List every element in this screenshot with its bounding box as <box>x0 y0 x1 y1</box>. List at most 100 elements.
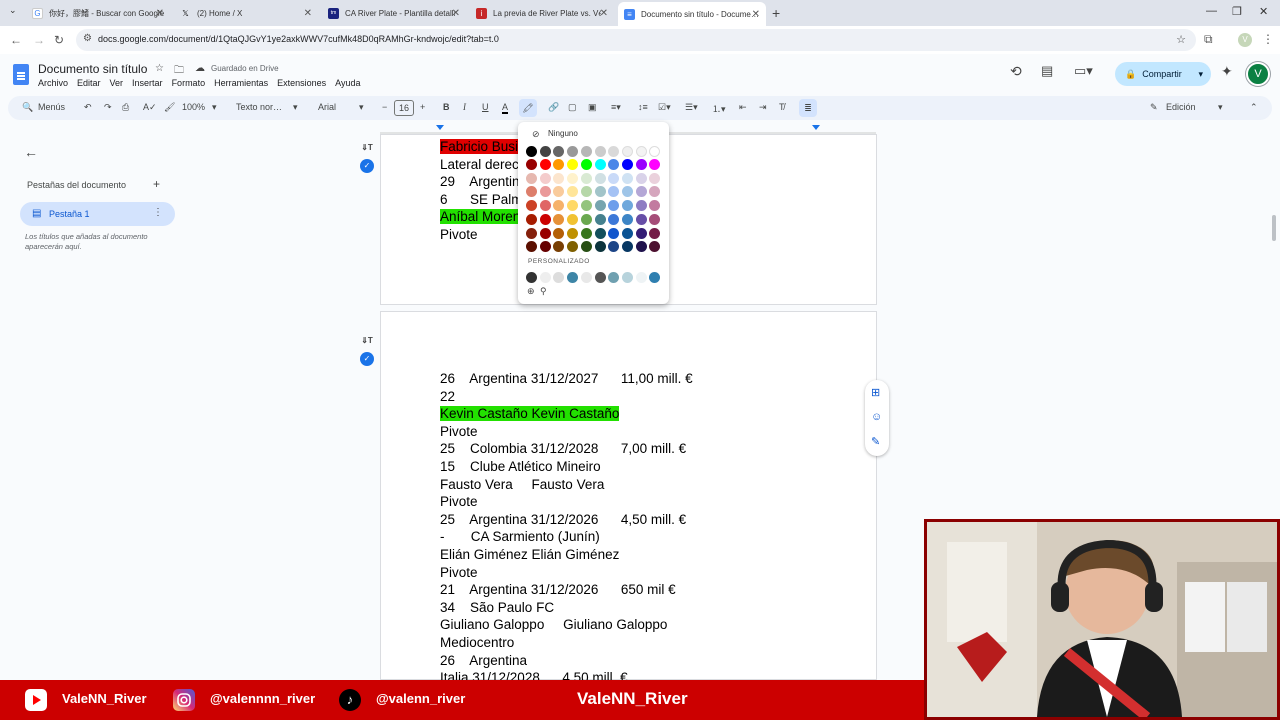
document-line[interactable]: 22 <box>440 388 455 406</box>
color-swatch[interactable] <box>553 186 565 198</box>
back-arrow-icon[interactable]: ← <box>24 144 38 160</box>
menu-extensiones[interactable]: Extensiones <box>277 78 326 88</box>
document-line[interactable]: Aníbal Moren <box>440 208 521 226</box>
insert-image-icon[interactable]: ▣ <box>588 102 597 113</box>
custom-color-swatch[interactable] <box>608 272 620 283</box>
browser-profile-avatar[interactable]: V <box>1238 33 1252 47</box>
color-swatch[interactable] <box>539 227 551 239</box>
color-swatch[interactable] <box>539 213 551 225</box>
color-swatch[interactable] <box>621 213 633 225</box>
comments-icon[interactable]: ▤ <box>1041 63 1053 79</box>
document-line[interactable]: Fausto Vera Fausto Vera <box>440 476 604 494</box>
color-swatch[interactable] <box>649 241 661 253</box>
color-swatch[interactable] <box>608 186 620 198</box>
color-swatch[interactable] <box>594 241 606 253</box>
browser-tab-previa[interactable]: i La previa de River Plate vs. Vélez ✕ <box>470 3 614 23</box>
color-swatch[interactable] <box>567 159 579 170</box>
color-swatch[interactable] <box>594 159 606 170</box>
menu-editar[interactable]: Editar <box>77 78 101 88</box>
document-line[interactable]: 15 Clube Atlético Mineiro <box>440 458 601 476</box>
color-swatch[interactable] <box>621 200 633 212</box>
bold-icon[interactable]: B <box>443 102 450 112</box>
new-tab-icon[interactable]: + <box>772 5 780 21</box>
chevron-down-icon[interactable]: ▾ <box>359 102 364 113</box>
custom-color-swatch[interactable] <box>594 272 606 283</box>
menu-insertar[interactable]: Insertar <box>132 78 163 88</box>
document-line[interactable]: Pivote <box>440 423 478 441</box>
align-icon[interactable]: ≡▾ <box>611 102 621 113</box>
custom-color-swatch[interactable] <box>539 272 551 283</box>
color-swatch[interactable] <box>621 186 633 198</box>
color-swatch[interactable] <box>580 213 592 225</box>
mode-select[interactable]: Edición <box>1166 102 1196 112</box>
underline-icon[interactable]: U <box>482 102 489 112</box>
color-swatch[interactable] <box>580 241 592 253</box>
no-color-option[interactable]: Ninguno <box>548 129 578 138</box>
menu-ver[interactable]: Ver <box>110 78 124 88</box>
document-line[interactable]: Kevin Castaño Kevin Castaño <box>440 405 620 423</box>
color-swatch[interactable] <box>608 172 620 184</box>
browser-tab-x[interactable]: 𝕏 (2) Home / X ✕ <box>174 3 318 23</box>
increase-font-icon[interactable]: + <box>420 102 425 112</box>
color-swatch[interactable] <box>608 159 620 170</box>
document-title[interactable]: Documento sin título <box>38 62 147 76</box>
color-swatch[interactable] <box>553 172 565 184</box>
document-line[interactable]: - CA Sarmiento (Junín) <box>440 528 600 546</box>
checklist-icon[interactable]: ☑▾ <box>658 102 671 113</box>
color-swatch[interactable] <box>539 146 551 157</box>
highlight-color-icon[interactable]: 🖍 <box>519 99 537 117</box>
account-avatar[interactable]: V <box>1246 62 1270 86</box>
share-button[interactable]: 🔒 Compartir ▾ <box>1115 62 1211 86</box>
color-swatch[interactable] <box>580 159 592 170</box>
sidebar-tab-pestana-1[interactable]: ▤ Pestaña 1 ⋮ <box>20 202 175 226</box>
bookmark-star-icon[interactable]: ☆ <box>1176 33 1186 46</box>
document-line[interactable]: 6 SE Palm <box>440 191 523 209</box>
smart-chip-icon[interactable]: ⇓T <box>360 334 374 348</box>
chevron-down-icon[interactable]: ▾ <box>1218 102 1223 113</box>
color-swatch[interactable] <box>621 227 633 239</box>
bulleted-list-icon[interactable]: ☰▾ <box>685 102 698 113</box>
menu-herramientas[interactable]: Herramientas <box>214 78 268 88</box>
color-swatch[interactable] <box>635 159 647 170</box>
color-swatch[interactable] <box>526 227 537 239</box>
color-swatch[interactable] <box>594 227 606 239</box>
custom-color-swatch[interactable] <box>621 272 633 283</box>
color-swatch[interactable] <box>635 172 647 184</box>
eyedropper-icon[interactable]: ⚲ <box>540 286 547 297</box>
color-swatch[interactable] <box>649 200 661 212</box>
color-swatch[interactable] <box>526 172 537 184</box>
add-comment-icon[interactable]: ⊞ <box>871 386 880 399</box>
color-swatch[interactable] <box>635 200 647 212</box>
decrease-font-icon[interactable]: − <box>382 102 387 112</box>
document-line[interactable]: 26 Argentina 31/12/2027 11,00 mill. € <box>440 370 693 388</box>
check-icon[interactable]: ✓ <box>360 352 374 366</box>
color-swatch[interactable] <box>594 213 606 225</box>
chevron-down-icon[interactable]: ▾ <box>212 102 217 113</box>
color-swatch[interactable] <box>649 227 661 239</box>
color-swatch[interactable] <box>635 186 647 198</box>
increase-indent-icon[interactable]: ⇥ <box>759 102 767 113</box>
document-line[interactable]: Mediocentro <box>440 634 514 652</box>
color-swatch[interactable] <box>608 213 620 225</box>
spellcheck-icon[interactable]: A✓ <box>143 102 157 113</box>
document-line[interactable]: Pivote <box>440 226 478 244</box>
site-info-icon[interactable]: ⚙ <box>83 33 92 44</box>
vertical-ruler[interactable] <box>0 134 10 680</box>
clear-formatting-icon[interactable]: T̸ <box>779 102 785 112</box>
color-swatch[interactable] <box>539 241 551 253</box>
text-color-icon[interactable]: A <box>502 102 509 114</box>
color-swatch[interactable] <box>621 159 633 170</box>
color-swatch[interactable] <box>649 146 661 157</box>
color-swatch[interactable] <box>539 172 551 184</box>
line-spacing-icon[interactable]: ↕≡ <box>638 102 648 112</box>
close-icon[interactable]: ✕ <box>600 8 608 19</box>
forward-icon[interactable]: → <box>33 33 45 47</box>
color-swatch[interactable] <box>621 146 633 157</box>
color-swatch[interactable] <box>594 146 606 157</box>
color-swatch[interactable] <box>553 200 565 212</box>
color-swatch[interactable] <box>621 241 633 253</box>
color-swatch[interactable] <box>567 200 579 212</box>
font-select[interactable]: Arial <box>318 102 336 112</box>
search-icon[interactable]: 🔍 <box>22 102 33 113</box>
zoom-select[interactable]: 100% <box>182 102 205 112</box>
